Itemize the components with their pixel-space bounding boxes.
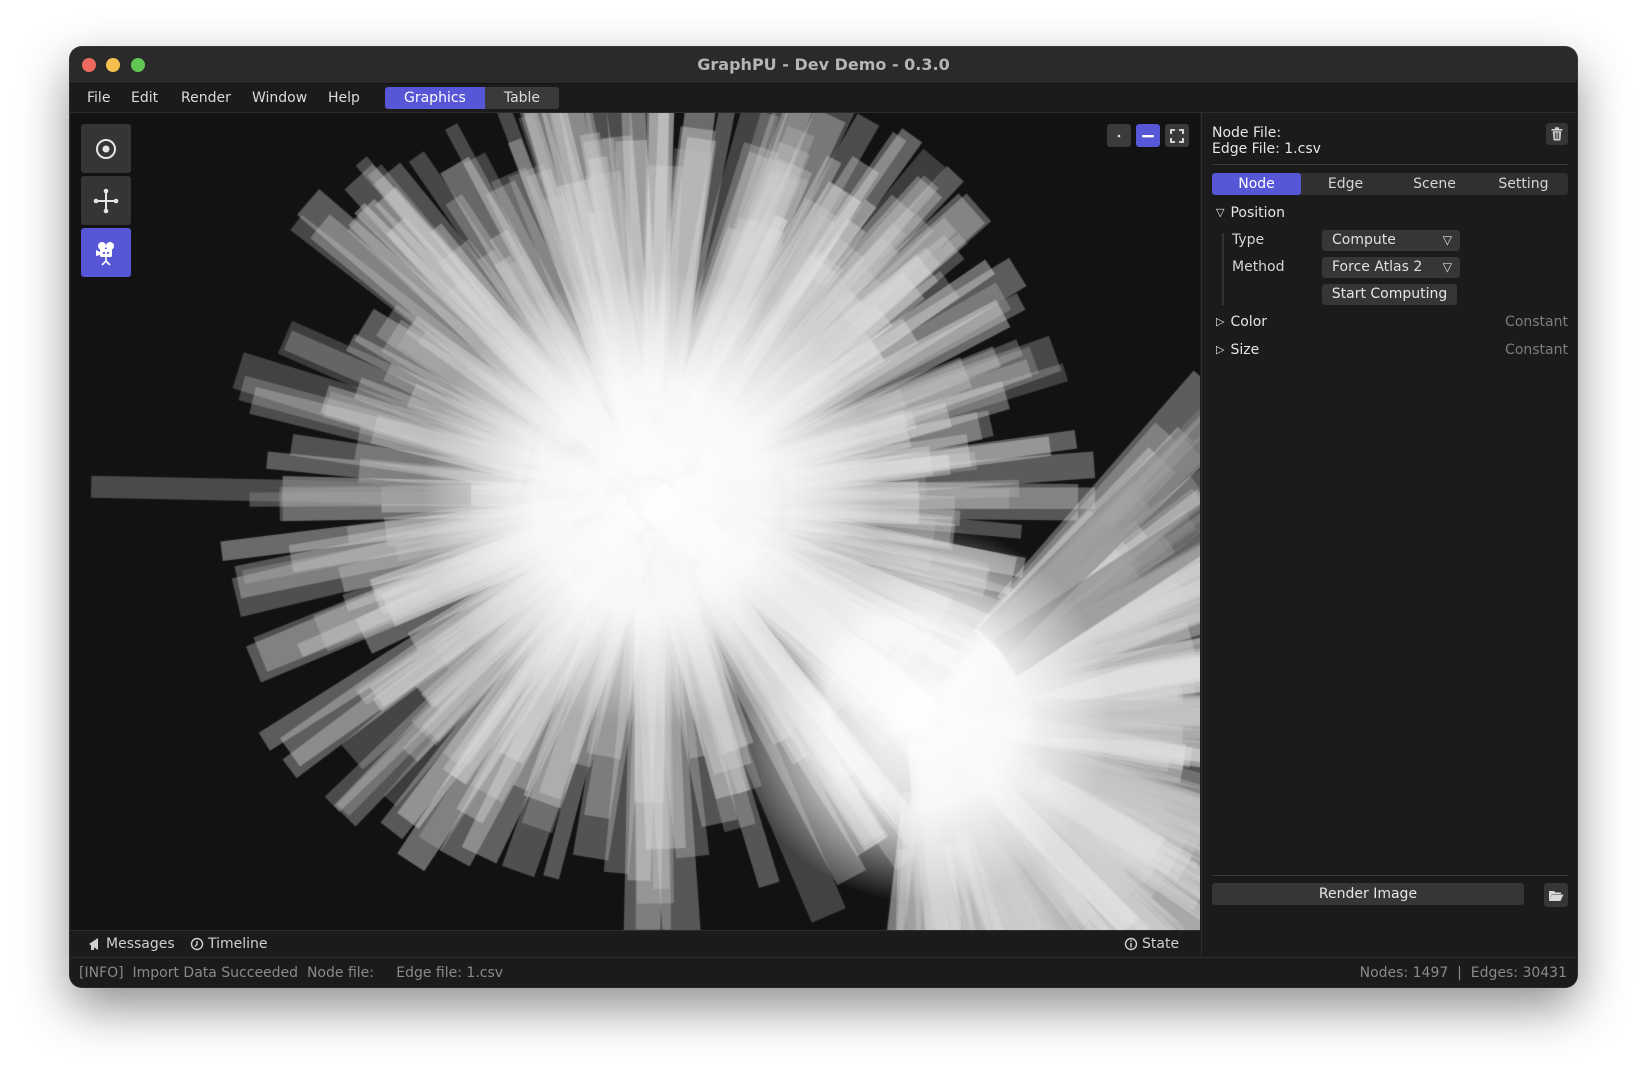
position-section-header[interactable]: ▽ Position bbox=[1216, 203, 1285, 223]
trash-icon bbox=[1551, 127, 1563, 141]
menu-file[interactable]: File bbox=[87, 84, 110, 112]
type-label: Type bbox=[1232, 232, 1265, 248]
menu-bar: File Edit Render Window Help Graphics Ta… bbox=[70, 84, 1577, 113]
method-label: Method bbox=[1232, 259, 1285, 275]
window-title: GraphPU - Dev Demo - 0.3.0 bbox=[697, 55, 950, 74]
menu-help[interactable]: Help bbox=[328, 84, 360, 112]
messages-tab[interactable]: Messages bbox=[88, 931, 175, 957]
move-tool-button[interactable] bbox=[81, 176, 131, 225]
graph-canvas[interactable] bbox=[71, 113, 1200, 930]
menu-window[interactable]: Window bbox=[252, 84, 307, 112]
method-select-value: Force Atlas 2 bbox=[1332, 259, 1423, 275]
tab-edge[interactable]: Edge bbox=[1301, 173, 1390, 195]
state-tab-label: State bbox=[1142, 936, 1180, 952]
start-computing-button[interactable]: Start Computing bbox=[1322, 284, 1457, 305]
panel-divider bbox=[1212, 875, 1568, 876]
size-title: Size bbox=[1230, 342, 1260, 358]
type-select[interactable]: Compute ▽ bbox=[1322, 230, 1460, 251]
log-message: [INFO] Import Data Succeeded Node file: … bbox=[79, 965, 504, 981]
app-window: GraphPU - Dev Demo - 0.3.0 File Edit Ren… bbox=[70, 47, 1577, 987]
panel-tabs: Node Edge Scene Setting bbox=[1212, 173, 1568, 195]
properties-panel: Node File: Edge File: 1.csv Node Edge Sc… bbox=[1201, 113, 1577, 956]
tab-setting[interactable]: Setting bbox=[1479, 173, 1568, 195]
move-icon bbox=[93, 188, 119, 213]
megaphone-icon bbox=[89, 938, 98, 950]
target-icon bbox=[96, 138, 116, 159]
point-mode-button[interactable] bbox=[1107, 124, 1131, 147]
bottom-tab-bar: Messages Timeline State bbox=[70, 930, 1200, 957]
file-info: Node File: Edge File: 1.csv bbox=[1212, 125, 1321, 157]
fullscreen-button[interactable] bbox=[1165, 124, 1189, 147]
tab-node[interactable]: Node bbox=[1212, 173, 1301, 195]
method-select[interactable]: Force Atlas 2 ▽ bbox=[1322, 257, 1460, 278]
status-bar: [INFO] Import Data Succeeded Node file: … bbox=[70, 957, 1577, 987]
messages-tab-label: Messages bbox=[106, 936, 175, 952]
point-mode-icon bbox=[1117, 134, 1121, 137]
color-title: Color bbox=[1230, 314, 1268, 330]
tab-scene[interactable]: Scene bbox=[1390, 173, 1479, 195]
dropdown-arrow-icon: ▽ bbox=[1442, 260, 1452, 274]
tree-indent-line bbox=[1222, 233, 1224, 305]
color-section-header[interactable]: ▷ Color bbox=[1216, 312, 1267, 332]
tab-graphics[interactable]: Graphics bbox=[385, 87, 485, 109]
line-mode-button[interactable] bbox=[1136, 124, 1160, 147]
expand-triangle-icon: ▷ bbox=[1216, 343, 1225, 356]
menu-render[interactable]: Render bbox=[181, 84, 231, 112]
line-mode-icon bbox=[1142, 134, 1154, 137]
tab-table[interactable]: Table bbox=[485, 87, 559, 109]
color-value: Constant bbox=[1505, 314, 1568, 330]
target-tool-button[interactable] bbox=[81, 124, 131, 173]
node-file-label: Node File: bbox=[1212, 125, 1282, 141]
timeline-tab-label: Timeline bbox=[208, 936, 268, 952]
title-bar: GraphPU - Dev Demo - 0.3.0 bbox=[70, 47, 1577, 84]
expand-triangle-icon: ▷ bbox=[1216, 315, 1225, 328]
menu-edit[interactable]: Edit bbox=[131, 84, 158, 112]
graph-viewport[interactable] bbox=[71, 113, 1200, 930]
graph-stats: Nodes: 1497 | Edges: 30431 bbox=[1359, 965, 1567, 981]
state-tab[interactable]: State bbox=[1124, 931, 1179, 957]
mode-tabs: Graphics Table bbox=[385, 87, 560, 109]
camera-tool-button[interactable] bbox=[81, 228, 131, 277]
edge-file-label: Edge File: 1.csv bbox=[1212, 141, 1321, 157]
clear-data-button[interactable] bbox=[1546, 123, 1568, 145]
type-select-value: Compute bbox=[1332, 232, 1396, 248]
open-folder-button[interactable] bbox=[1544, 883, 1568, 907]
camera-icon bbox=[96, 241, 114, 266]
dropdown-arrow-icon: ▽ bbox=[1442, 233, 1452, 247]
size-value: Constant bbox=[1505, 342, 1568, 358]
timeline-tab[interactable]: Timeline bbox=[190, 931, 268, 957]
size-section-header[interactable]: ▷ Size bbox=[1216, 340, 1259, 360]
position-title: Position bbox=[1230, 205, 1285, 221]
folder-open-icon bbox=[1549, 890, 1564, 901]
collapse-triangle-icon: ▽ bbox=[1216, 206, 1225, 219]
panel-divider bbox=[1212, 164, 1568, 165]
info-icon bbox=[1124, 937, 1138, 951]
clock-icon bbox=[190, 937, 204, 951]
render-image-button[interactable]: Render Image bbox=[1212, 883, 1524, 905]
fullscreen-icon bbox=[1170, 128, 1184, 143]
